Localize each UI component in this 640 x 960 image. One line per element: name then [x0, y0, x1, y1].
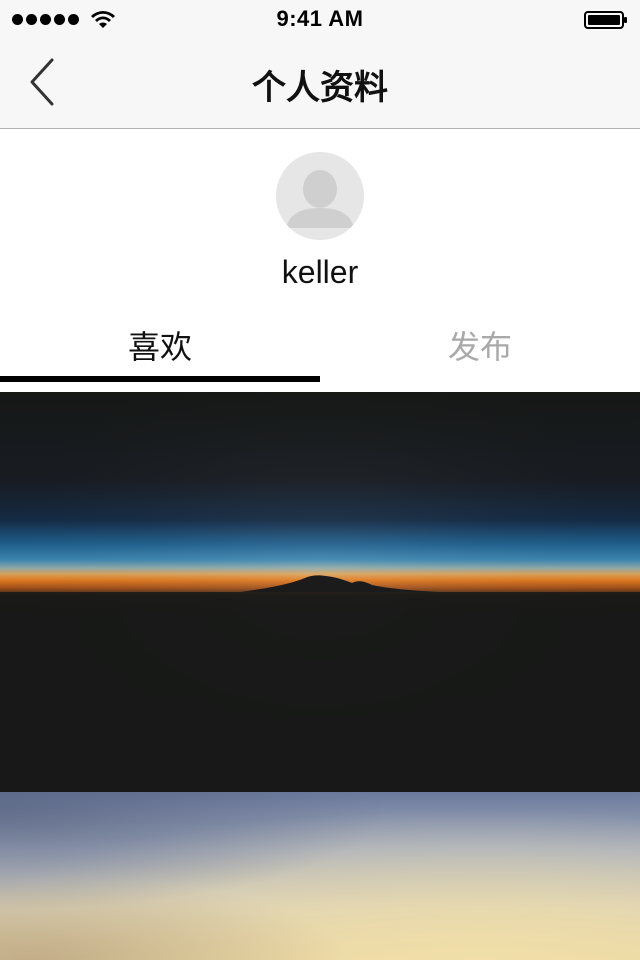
tab-posts[interactable]: 发布: [320, 316, 640, 382]
status-bar: 9:41 AM: [0, 0, 640, 40]
page-title: 个人资料: [252, 68, 388, 108]
tab-liked[interactable]: 喜欢: [0, 316, 320, 382]
status-time: 9:41 AM: [276, 6, 364, 31]
profile-screen: 9:41 AM 个人资料 keller 喜欢 发布: [0, 0, 640, 960]
username: keller: [281, 254, 359, 290]
tab-selected-indicator: [0, 376, 320, 382]
sky-gradient-photo: [0, 792, 640, 960]
avatar[interactable]: [276, 152, 364, 240]
sunset-horizon-photo: [0, 392, 640, 792]
profile-tabs: 喜欢 发布: [0, 316, 640, 392]
feed-image-sky[interactable]: [0, 792, 640, 960]
default-avatar-icon: [276, 152, 364, 240]
navigation-bar: 个人资料: [0, 40, 640, 129]
battery-icon: [584, 11, 627, 29]
feed-image-sunset[interactable]: [0, 392, 640, 792]
